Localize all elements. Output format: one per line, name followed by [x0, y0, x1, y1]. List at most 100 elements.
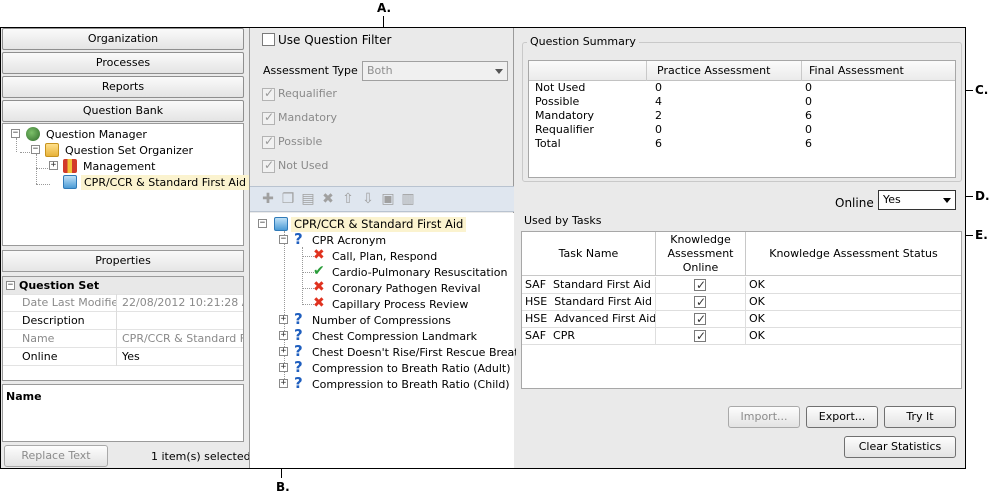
folder-icon	[45, 143, 59, 157]
not-used-checkbox[interactable]	[262, 158, 275, 173]
move-down-icon[interactable]: ⇩	[360, 191, 376, 207]
copy-icon[interactable]: ❐	[280, 191, 296, 207]
summary-row-final: 0	[805, 95, 812, 108]
task-status: OK	[749, 278, 765, 291]
tree-item-question[interactable]: Number of Compressions	[312, 313, 451, 328]
paste-icon[interactable]: ▤	[300, 191, 316, 207]
table-row[interactable]: HSE Standard First Aid OK	[522, 294, 961, 311]
export-button[interactable]: Export...	[806, 406, 878, 428]
property-row-name[interactable]: Name CPR/CCR & Standard First Aid	[3, 330, 243, 348]
summary-col-final: Final Assessment	[809, 64, 904, 77]
properties-group-row[interactable]: − Question Set	[3, 277, 243, 295]
nav-question-bank-button[interactable]: Question Bank	[2, 100, 244, 122]
tasks-col-status: Knowledge Assessment Status	[746, 232, 961, 276]
table-row[interactable]: SAF Standard First Aid OK	[522, 277, 961, 294]
correct-icon: ✔	[313, 263, 325, 279]
add-icon[interactable]: ✚	[260, 191, 276, 207]
collapse-toggle-manager[interactable]: −	[11, 129, 20, 138]
import-question-icon[interactable]: ▣	[380, 191, 396, 207]
property-row-description[interactable]: Description	[3, 312, 243, 330]
answer-item[interactable]: Call, Plan, Respond	[332, 249, 437, 264]
requalifier-checkbox[interactable]	[262, 86, 275, 101]
property-value[interactable]: Yes	[119, 348, 243, 366]
task-name: Standard First Aid	[554, 295, 652, 308]
online-checkbox[interactable]	[694, 277, 706, 293]
expand-toggle-question[interactable]: +	[279, 331, 288, 340]
question-summary-title: Question Summary	[527, 35, 639, 48]
answer-item[interactable]: Capillary Process Review	[332, 297, 468, 312]
online-value: Yes	[883, 193, 901, 206]
incorrect-icon: ✖	[313, 279, 325, 295]
import-button[interactable]: Import...	[728, 406, 800, 428]
expand-toggle-question[interactable]: +	[279, 379, 288, 388]
question-icon: ?	[294, 230, 303, 248]
export-question-icon[interactable]: ▥	[400, 191, 416, 207]
task-prefix: SAF	[525, 329, 547, 342]
summary-row-label: Requalifier	[535, 123, 594, 136]
clear-statistics-button[interactable]: Clear Statistics	[844, 436, 956, 458]
property-value[interactable]	[119, 312, 243, 330]
tree-item-question-set-organizer[interactable]: Question Set Organizer	[65, 143, 193, 158]
replace-text-button[interactable]: Replace Text	[4, 445, 108, 467]
property-row-online[interactable]: Online Yes	[3, 348, 243, 366]
collapse-toggle-root[interactable]: −	[258, 219, 267, 228]
summary-row-practice: 0	[655, 81, 662, 94]
property-value: CPR/CCR & Standard First Aid	[122, 332, 243, 345]
assessment-type-label: Assessment Type	[263, 64, 358, 77]
tree-item-cpr-acronym[interactable]: CPR Acronym	[312, 233, 386, 248]
use-question-filter-label: Use Question Filter	[278, 33, 392, 47]
expand-toggle-question[interactable]: +	[279, 315, 288, 324]
incorrect-icon: ✖	[313, 295, 325, 311]
tree-item-root[interactable]: CPR/CCR & Standard First Aid	[291, 217, 467, 232]
expand-toggle-management[interactable]: +	[49, 161, 58, 170]
globe-icon	[26, 127, 40, 141]
property-key: Name	[19, 330, 117, 348]
nav-reports-button[interactable]: Reports	[2, 76, 244, 98]
try-it-button[interactable]: Try It	[884, 406, 956, 428]
collapse-toggle-organizer[interactable]: −	[31, 145, 40, 154]
online-checkbox[interactable]	[694, 311, 706, 327]
expand-toggle-question[interactable]: +	[279, 363, 288, 372]
summary-row-label: Total	[535, 137, 561, 150]
properties-group-label: Question Set	[19, 279, 100, 292]
tree-item-management[interactable]: Management	[83, 159, 155, 174]
summary-row-final: 6	[805, 109, 812, 122]
tasks-col-name: Task Name	[522, 232, 656, 276]
nav-processes-button[interactable]: Processes	[2, 52, 244, 74]
online-checkbox[interactable]	[694, 294, 706, 310]
mandatory-checkbox[interactable]	[262, 110, 275, 125]
tree-item-question[interactable]: Compression to Breath Ratio (Adult)	[312, 361, 511, 376]
collapse-toggle-cpr-acronym[interactable]: −	[279, 235, 288, 244]
property-row-date-modified[interactable]: Date Last Modified 22/08/2012 10:21:28 A…	[3, 294, 243, 312]
task-prefix: SAF	[525, 278, 547, 291]
use-question-filter-checkbox[interactable]	[262, 33, 275, 46]
tree-item-question-manager[interactable]: Question Manager	[46, 127, 147, 142]
tree-item-cpr-question-set[interactable]: CPR/CCR & Standard First Aid	[81, 175, 249, 190]
tree-item-question[interactable]: Chest Doesn't Rise/First Rescue Breath	[312, 345, 526, 360]
summary-row-practice: 2	[655, 109, 662, 122]
question-tree: − CPR/CCR & Standard First Aid − ? CPR A…	[250, 213, 526, 468]
collapse-toggle-properties[interactable]: −	[6, 281, 15, 290]
summary-row-final: 0	[805, 123, 812, 136]
possible-checkbox[interactable]	[262, 134, 275, 149]
tree-item-question[interactable]: Chest Compression Landmark	[312, 329, 477, 344]
property-description-title: Name	[6, 390, 42, 403]
answer-item[interactable]: Cardio-Pulmonary Resuscitation	[332, 265, 507, 280]
answer-item[interactable]: Coronary Pathogen Revival	[332, 281, 481, 296]
delete-icon[interactable]: ✖	[320, 191, 336, 207]
expand-toggle-question[interactable]: +	[279, 347, 288, 356]
tree-item-question[interactable]: Compression to Breath Ratio (Child)	[312, 377, 510, 392]
books-icon	[63, 159, 77, 173]
table-row[interactable]: HSE Advanced First Aid OK	[522, 311, 961, 328]
used-by-tasks-title: Used by Tasks	[524, 214, 602, 227]
table-row[interactable]: SAF CPR OK	[522, 328, 961, 345]
question-icon: ?	[294, 358, 303, 376]
question-summary-table: Practice Assessment Final Assessment Not…	[528, 60, 956, 178]
nav-organization-button[interactable]: Organization	[2, 28, 244, 50]
assessment-type-select[interactable]: Both	[362, 61, 508, 81]
online-select[interactable]: Yes	[878, 190, 956, 210]
callout-a: A.	[377, 1, 392, 15]
online-checkbox[interactable]	[694, 328, 706, 344]
move-up-icon[interactable]: ⇧	[340, 191, 356, 207]
properties-header: Properties	[2, 250, 244, 272]
